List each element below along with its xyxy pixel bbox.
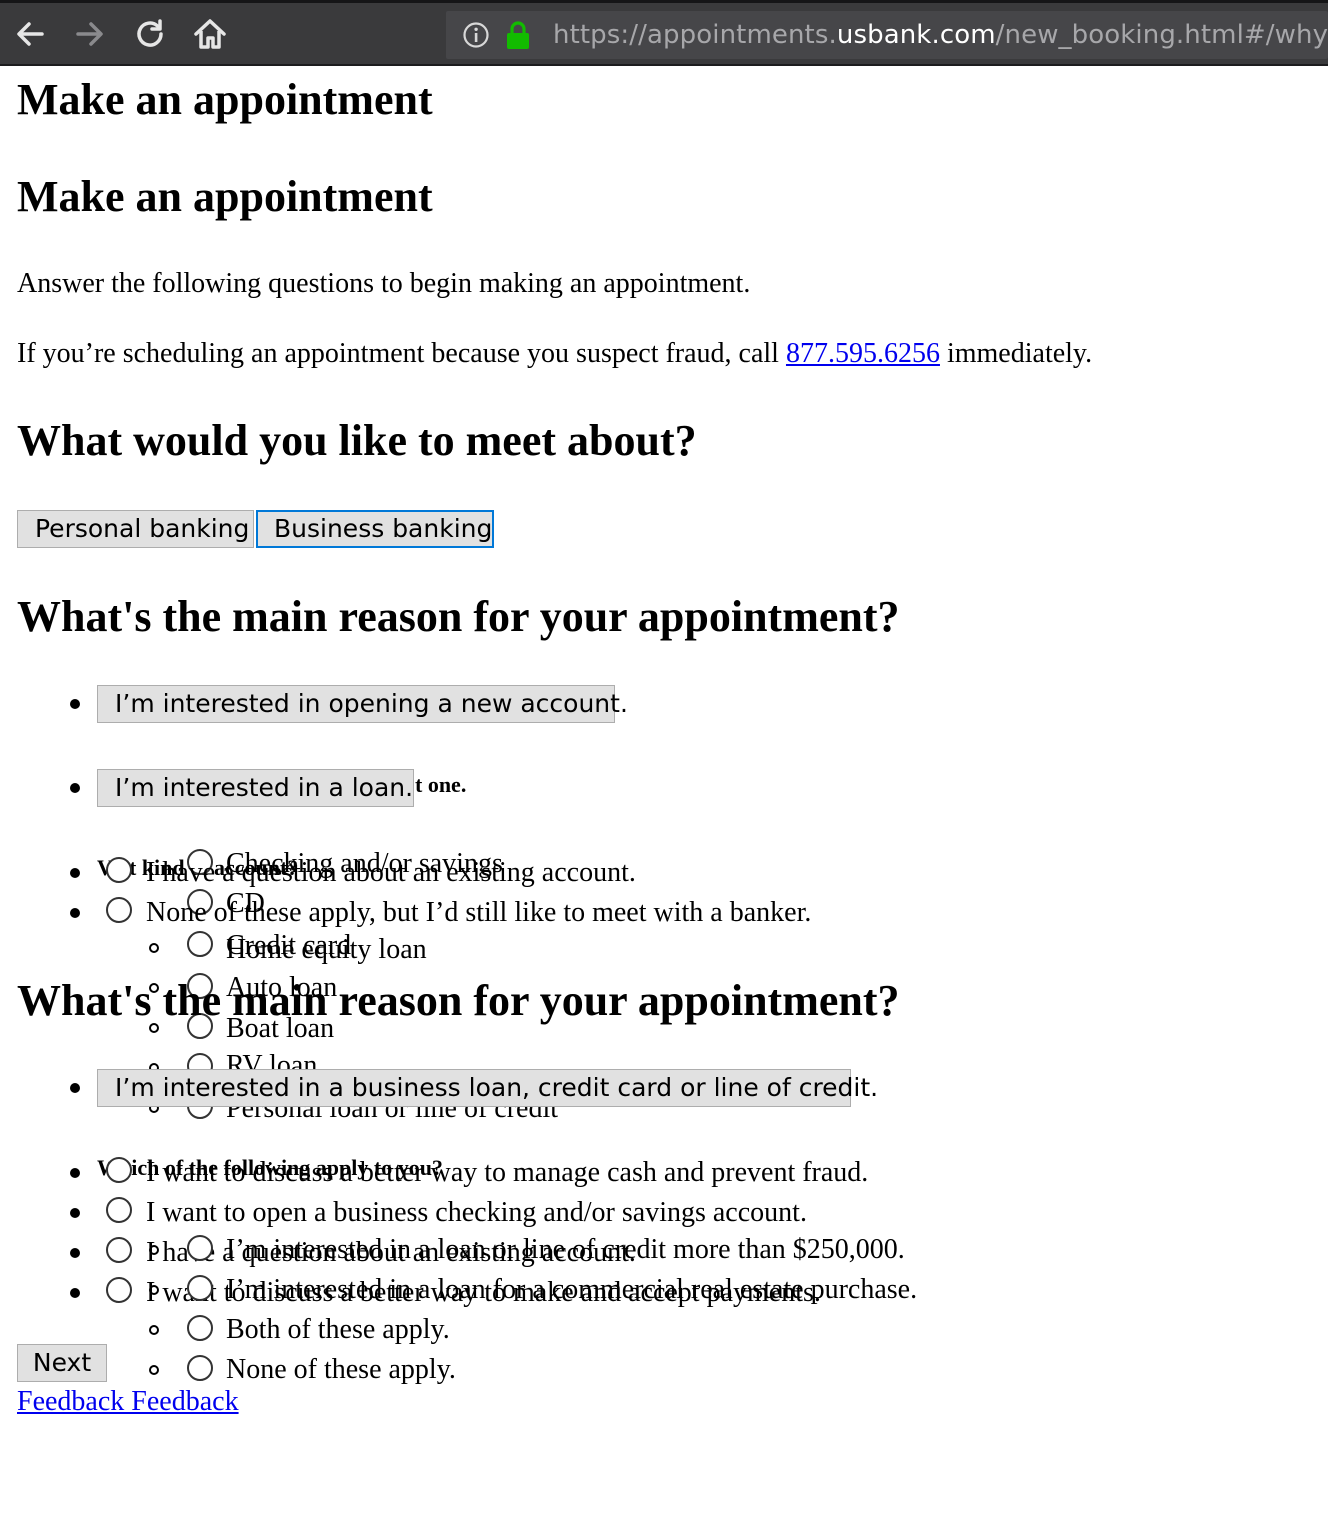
- info-icon[interactable]: [462, 21, 490, 49]
- sub-bullet: [149, 1285, 159, 1295]
- page-title: Make an appointment: [17, 75, 433, 124]
- radio-none-of-these[interactable]: [187, 1355, 213, 1381]
- next-button[interactable]: Next: [17, 1344, 107, 1382]
- business-reason-heading: What's the main reason for your appointm…: [17, 976, 900, 1025]
- tab-strip: [0, 0, 1328, 3]
- radio-business-existing-account[interactable]: [106, 1237, 132, 1263]
- radio-open-business-account[interactable]: [106, 1197, 132, 1223]
- list-bullet: [70, 1208, 80, 1218]
- personal-reason-heading: What's the main reason for your appointm…: [17, 592, 900, 641]
- fraud-notice: If you’re scheduling an appointment beca…: [17, 338, 1092, 370]
- lock-icon: [507, 21, 529, 49]
- radio-credit-card[interactable]: [187, 931, 213, 957]
- sub-bullet: [149, 1245, 159, 1255]
- option-manage-cash: I want to discuss a better way to manage…: [146, 1157, 869, 1188]
- list-bullet: [70, 1168, 80, 1178]
- personal-banking-button[interactable]: Personal banking: [17, 510, 254, 548]
- sub-bullet: [149, 1365, 159, 1375]
- option-open-business-account: I want to open a business checking and/o…: [146, 1197, 807, 1228]
- home-icon[interactable]: [190, 14, 230, 54]
- option-existing-account: I have a question about an existing acco…: [146, 857, 636, 888]
- list-bullet: [70, 1288, 80, 1298]
- url-text[interactable]: https://appointments.usbank.com/new_book…: [553, 20, 1328, 50]
- list-bullet: [70, 868, 80, 878]
- option-both-apply: Both of these apply.: [226, 1314, 450, 1345]
- option-none-apply: None of these apply, but I’d still like …: [146, 897, 812, 928]
- business-banking-button[interactable]: Business banking: [256, 510, 494, 548]
- radio-manage-cash[interactable]: [106, 1157, 132, 1183]
- sub-bullet: [149, 943, 159, 953]
- list-bullet: [70, 699, 80, 709]
- radio-payments[interactable]: [106, 1277, 132, 1303]
- business-loan-button[interactable]: I’m interested in a business loan, credi…: [97, 1069, 878, 1107]
- fraud-text-end: immediately.: [946, 338, 1093, 369]
- open-account-button[interactable]: I’m interested in opening a new account.: [97, 685, 628, 723]
- radio-existing-account[interactable]: [106, 857, 132, 883]
- option-home-equity: Home equity loan: [226, 934, 427, 965]
- option-loan-over-250k: I’m interested in a loan or line of cred…: [226, 1234, 905, 1265]
- fraud-text: If you’re scheduling an appointment beca…: [17, 338, 779, 369]
- list-bullet: [70, 1083, 80, 1093]
- option-commercial-real-estate: I’m interested in a loan for a commercia…: [226, 1274, 918, 1305]
- list-bullet: [70, 1248, 80, 1258]
- loan-button[interactable]: I’m interested in a loan.: [97, 769, 414, 807]
- radio-both-apply[interactable]: [187, 1315, 213, 1341]
- list-bullet: [70, 908, 80, 918]
- feedback-link[interactable]: Feedback Feedback: [17, 1386, 239, 1418]
- page-heading: Make an appointment: [17, 172, 433, 221]
- list-bullet: [70, 783, 80, 793]
- fraud-phone-link[interactable]: 877.595.6256: [786, 338, 940, 369]
- radio-commercial-real-estate[interactable]: [187, 1275, 213, 1301]
- option-none-of-these: None of these apply.: [226, 1354, 456, 1385]
- back-icon[interactable]: [10, 14, 50, 54]
- intro-text: Answer the following questions to begin …: [17, 268, 751, 299]
- browser-toolbar: https://appointments.usbank.com/new_book…: [0, 0, 1328, 66]
- reload-icon[interactable]: [130, 14, 170, 54]
- sub-bullet: [149, 1325, 159, 1335]
- forward-icon[interactable]: [70, 14, 110, 54]
- radio-loan-over-250k[interactable]: [187, 1235, 213, 1261]
- meet-about-heading: What would you like to meet about?: [17, 416, 697, 465]
- radio-none-apply[interactable]: [106, 897, 132, 923]
- address-bar[interactable]: https://appointments.usbank.com/new_book…: [446, 11, 1328, 59]
